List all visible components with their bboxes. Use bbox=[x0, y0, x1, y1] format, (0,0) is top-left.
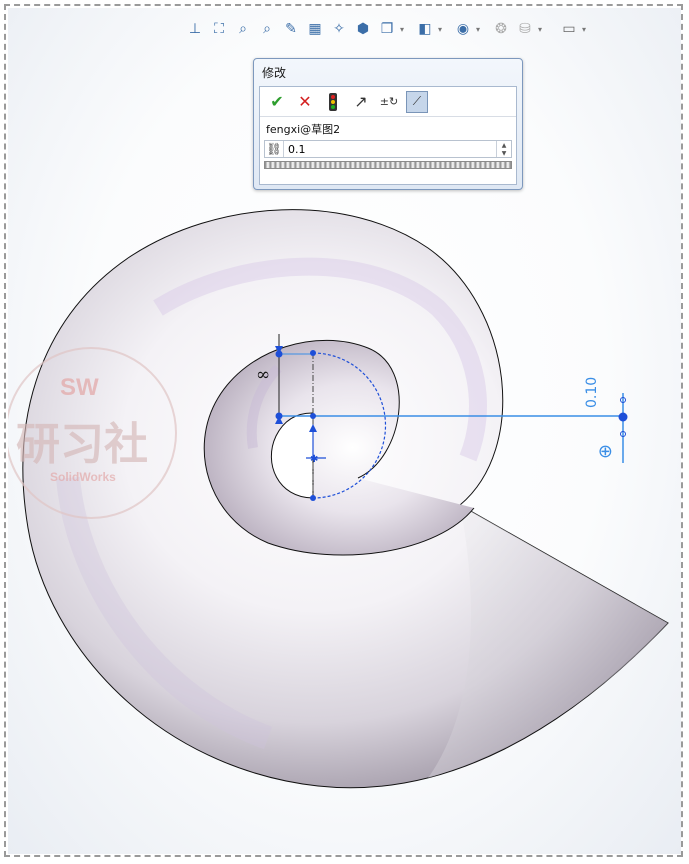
hide-show-items-icon[interactable]: ❐ bbox=[376, 18, 398, 40]
dimension-symbol: ⊕ bbox=[595, 443, 617, 460]
watermark-sw: SW bbox=[60, 374, 99, 401]
monitor-display-icon[interactable]: ▭ bbox=[558, 18, 580, 40]
apply-scene-icon[interactable]: ◉ bbox=[452, 18, 474, 40]
dimension-value-input[interactable] bbox=[284, 141, 496, 157]
chevron-down-icon[interactable]: ▾ bbox=[400, 25, 408, 34]
reset-value-icon[interactable]: ↗ bbox=[350, 91, 372, 113]
dialog-title: 修改 bbox=[262, 66, 287, 80]
ok-check-icon[interactable]: ✔ bbox=[266, 91, 288, 113]
link-icon[interactable]: ⛓ bbox=[265, 141, 284, 157]
dimension-value-label[interactable]: 0.10 bbox=[584, 377, 600, 408]
chevron-down-icon[interactable]: ▾ bbox=[538, 25, 546, 34]
section-view-icon[interactable]: ✎ bbox=[280, 18, 302, 40]
heads-up-view-toolbar: ⊥ ⛶ ⌕ ⌕ ✎ ▦ ✧ ⬢ ❐ ▾ ◧ ▾ ◉ ▾ ❂ ⛁ ▾ ▭ ▾ bbox=[184, 16, 594, 42]
watermark-solidworks: SolidWorks bbox=[50, 470, 116, 484]
dialog-toolbar: ✔ ✕ ↗ ±↻ ⟋ bbox=[260, 87, 516, 117]
chevron-down-icon[interactable]: ▾ bbox=[476, 25, 484, 34]
spin-down-icon[interactable]: ▼ bbox=[502, 150, 507, 157]
modify-dimension-dialog[interactable]: 修改 ✔ ✕ ↗ ±↻ ⟋ fengxi@草图2 ⛓ ▲ ▼ bbox=[253, 58, 523, 190]
display-style-icon[interactable]: ⬢ bbox=[352, 18, 374, 40]
chevron-down-icon[interactable]: ▾ bbox=[438, 25, 446, 34]
previous-view-icon[interactable]: ⌕ bbox=[256, 18, 278, 40]
value-field-row: ⛓ ▲ ▼ bbox=[264, 140, 512, 158]
mark-driven-dimension-icon[interactable]: ⟋ bbox=[406, 90, 428, 113]
realview-icon[interactable]: ⛁ bbox=[514, 18, 536, 40]
normal-to-icon[interactable]: ⊥ bbox=[184, 18, 206, 40]
graphics-viewport[interactable]: ✱ ∞ 0.10 ⊕ SW 研习社 SolidWorks ⊥ ⛶ ⌕ ⌕ ✎ ▦… bbox=[8, 8, 681, 854]
spin-up-icon[interactable]: ▲ bbox=[502, 142, 507, 149]
dimension-name: fengxi@草图2 bbox=[266, 123, 341, 136]
edit-appearance-icon[interactable]: ◧ bbox=[414, 18, 436, 40]
watermark-cn: 研习社 bbox=[16, 419, 148, 470]
dialog-body: ✔ ✕ ↗ ±↻ ⟋ fengxi@草图2 ⛓ ▲ ▼ bbox=[259, 86, 517, 185]
chevron-down-icon[interactable]: ▾ bbox=[582, 25, 590, 34]
zoom-to-fit-icon[interactable]: ⛶ bbox=[208, 18, 230, 40]
dynamic-annotation-icon[interactable]: ▦ bbox=[304, 18, 326, 40]
rebuild-traffic-light-icon[interactable] bbox=[322, 91, 344, 113]
dimension-infinity-label[interactable]: ∞ bbox=[256, 365, 270, 385]
view-orientation-icon[interactable]: ✧ bbox=[328, 18, 350, 40]
cancel-x-icon[interactable]: ✕ bbox=[294, 91, 316, 113]
view-settings-icon[interactable]: ❂ bbox=[490, 18, 512, 40]
zoom-to-area-icon[interactable]: ⌕ bbox=[232, 18, 254, 40]
spin-increment-icon[interactable]: ±↻ bbox=[378, 91, 400, 113]
thumbwheel[interactable] bbox=[264, 161, 512, 169]
value-spinner[interactable]: ▲ ▼ bbox=[496, 141, 511, 157]
svg-text:✱: ✱ bbox=[310, 454, 318, 465]
